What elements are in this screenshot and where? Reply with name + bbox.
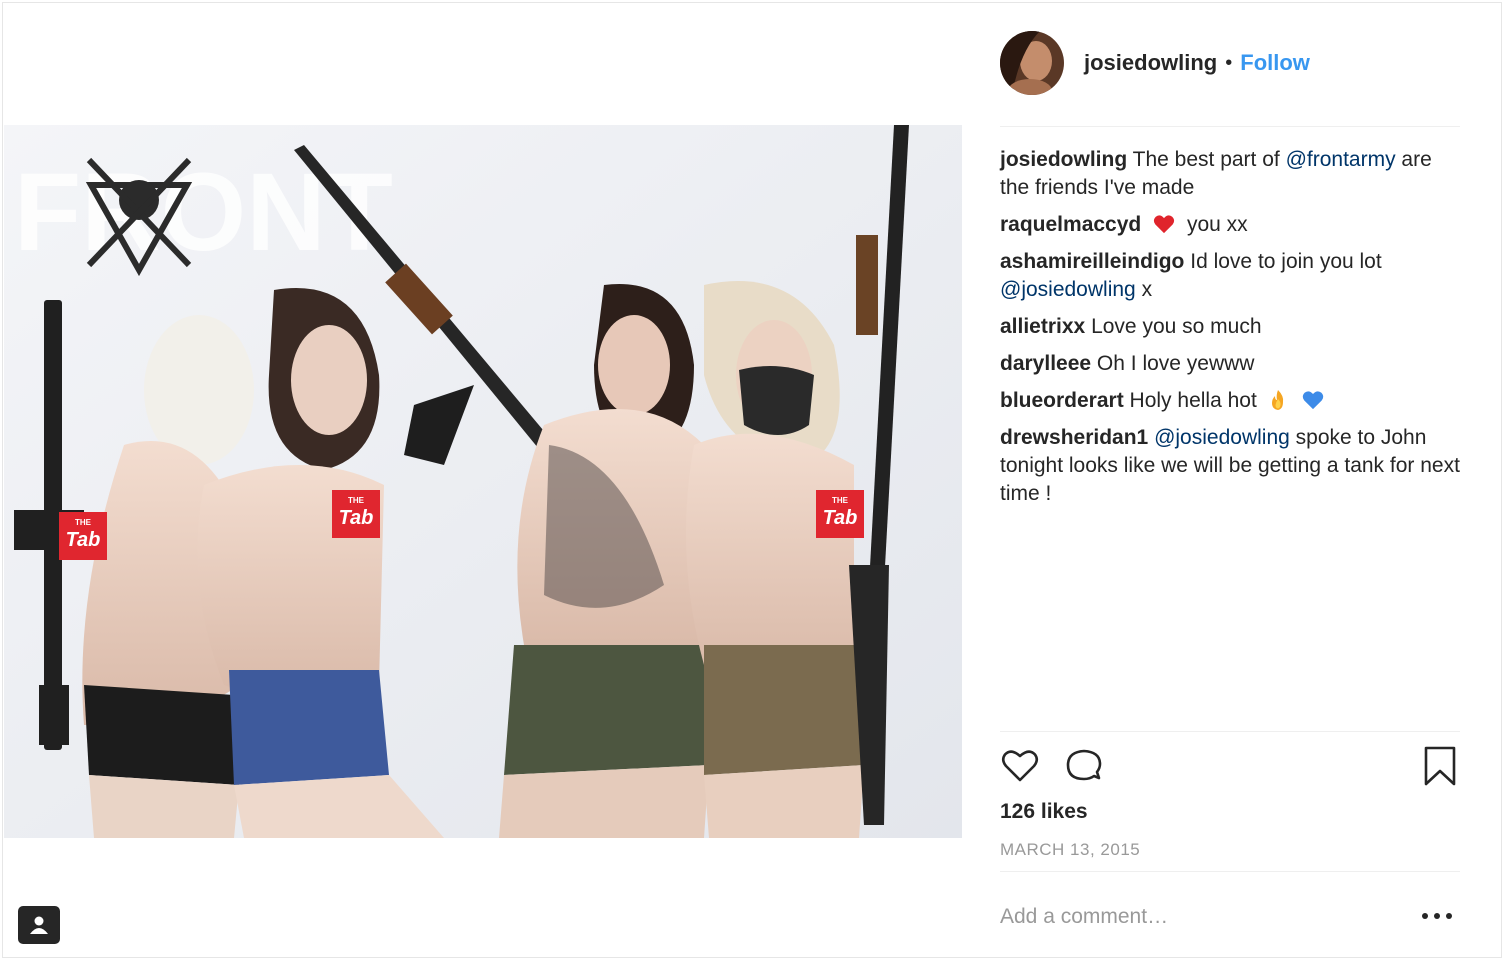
caption: josiedowling The best part of @frontarmy… (1000, 146, 1460, 202)
tab-badge-2: THE Tab (332, 490, 380, 538)
tab-badge-3: THE Tab (816, 490, 864, 538)
action-bar (1000, 746, 1460, 790)
svg-text:THE: THE (832, 496, 849, 505)
comment-mention[interactable]: @josiedowling (1154, 426, 1290, 449)
person-tag-icon[interactable] (18, 906, 60, 944)
fire-emoji-icon (1271, 390, 1283, 410)
divider-actions (1000, 731, 1460, 732)
comment-item: allietrixx Love you so much (1000, 313, 1460, 341)
post-image[interactable]: FRONT THE Tab THE Tab THE Tab (4, 125, 962, 838)
comment-text: Oh I love yewww (1096, 352, 1255, 375)
svg-text:THE: THE (348, 496, 365, 505)
comments-list: josiedowling The best part of @frontarmy… (1000, 146, 1460, 517)
heart-outline-icon[interactable] (1000, 746, 1040, 786)
avatar[interactable] (1000, 31, 1064, 95)
comment-username[interactable]: allietrixx (1000, 315, 1085, 338)
comment-item: ashamireilleindigo Id love to join you l… (1000, 248, 1460, 304)
header-username[interactable]: josiedowling (1084, 50, 1217, 76)
follow-button[interactable]: Follow (1240, 50, 1310, 76)
bookmark-icon[interactable] (1420, 746, 1460, 786)
figure-4 (686, 281, 864, 838)
svg-text:Tab: Tab (339, 507, 374, 529)
svg-text:THE: THE (75, 518, 92, 527)
comment-text-after: x (1135, 278, 1153, 301)
watermark-text: FRONT (14, 151, 393, 274)
comment-item: blueorderart Holy hella hot (1000, 387, 1460, 415)
comment-text: Love you so much (1091, 315, 1262, 338)
photo-illustration: FRONT THE Tab THE Tab THE Tab (4, 125, 962, 838)
caption-username[interactable]: josiedowling (1000, 148, 1127, 171)
svg-text:Tab: Tab (66, 529, 101, 551)
comment-item: raquelmaccyd you xx (1000, 211, 1460, 239)
comment-text: Id love to join you lot (1190, 250, 1382, 273)
divider-top (1000, 126, 1460, 127)
comment-username[interactable]: darylleee (1000, 352, 1091, 375)
comment-username[interactable]: ashamireilleindigo (1000, 250, 1184, 273)
separator-dot: • (1225, 51, 1233, 74)
heart-emoji-icon (1153, 215, 1175, 234)
comment-mention[interactable]: @josiedowling (1000, 278, 1136, 301)
post-date[interactable]: MARCH 13, 2015 (1000, 840, 1140, 860)
ellipsis-icon[interactable] (1422, 904, 1452, 928)
caption-mention[interactable]: @frontarmy (1286, 148, 1396, 171)
post-header: josiedowling • Follow (1000, 31, 1460, 95)
comment-item: drewsheridan1 @josiedowling spoke to Joh… (1000, 424, 1460, 508)
likes-count[interactable]: 126 likes (1000, 800, 1088, 824)
comment-text: Holy hella hot (1129, 389, 1257, 412)
tab-badge-1: THE Tab (59, 512, 107, 560)
speech-bubble-icon[interactable] (1064, 746, 1104, 786)
blue-heart-emoji-icon (1303, 391, 1324, 410)
add-comment-input[interactable] (1000, 902, 1400, 932)
comment-username[interactable]: blueorderart (1000, 389, 1124, 412)
svg-text:Tab: Tab (823, 507, 858, 529)
comment-username[interactable]: raquelmaccyd (1000, 213, 1141, 236)
divider-bottom (1000, 871, 1460, 872)
comment-item: darylleee Oh I love yewww (1000, 350, 1460, 378)
comment-text: you xx (1186, 213, 1248, 236)
post-sidebar: josiedowling • Follow josiedowling The b… (1000, 0, 1460, 960)
caption-text: The best part of (1132, 148, 1286, 171)
comment-username[interactable]: drewsheridan1 (1000, 426, 1148, 449)
